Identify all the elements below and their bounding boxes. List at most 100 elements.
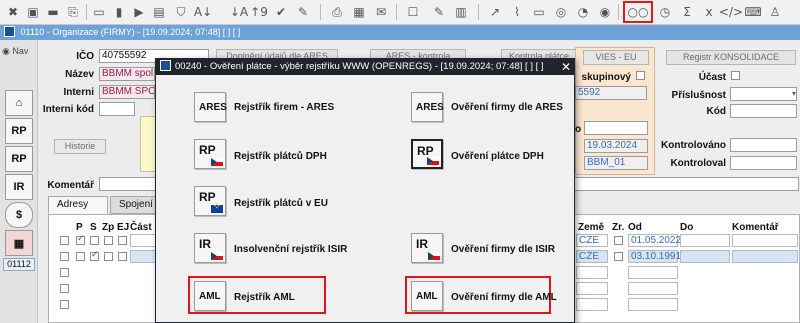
pie-icon[interactable]: ◔ — [574, 3, 592, 21]
mail-icon[interactable]: ✉ — [372, 3, 390, 21]
keyboard-icon[interactable]: ⌨ — [744, 3, 762, 21]
clock-icon[interactable]: ◷ — [656, 3, 674, 21]
note-icon[interactable]: ✎ — [430, 3, 448, 21]
save-icon[interactable]: ▣ — [24, 3, 42, 21]
row-selector[interactable] — [60, 300, 69, 309]
ej-checkbox[interactable] — [118, 236, 127, 245]
nav-toggle[interactable]: ◉ Nav — [2, 46, 28, 57]
dialog-title-bar: 00240 - Ověření plátce - výběr rejstříku… — [156, 59, 574, 75]
od-cell[interactable]: 01.05.2022 — [628, 234, 681, 247]
od-cell[interactable] — [628, 298, 678, 311]
ir-icon[interactable]: IR — [5, 174, 33, 200]
ares-register-button[interactable]: ARES — [194, 92, 227, 122]
interni-field[interactable]: BBMM SPOL. — [99, 85, 155, 99]
rp-dph-register-button[interactable]: RP — [194, 139, 226, 169]
ares-verify-button[interactable]: ARES — [411, 92, 444, 122]
rp-icon[interactable]: RP — [5, 118, 33, 144]
close-icon[interactable]: ✕ — [561, 59, 571, 75]
money-bag-icon[interactable]: $ — [5, 202, 33, 228]
zr-checkbox[interactable] — [614, 236, 623, 245]
dic-field[interactable]: 5592 — [575, 86, 647, 100]
eye-icon[interactable]: ◉ — [596, 3, 614, 21]
komentar-cell[interactable] — [732, 234, 798, 247]
code-icon[interactable]: </> — [719, 3, 743, 21]
historie-button[interactable]: Historie — [54, 139, 106, 154]
rp-eu-icon[interactable]: RP — [5, 146, 33, 172]
date-field[interactable]: 19.03.2024 — [584, 139, 648, 153]
tab-adresy[interactable]: Adresy — [48, 196, 108, 214]
zeme-cell[interactable]: CZE — [576, 234, 608, 247]
user-field[interactable]: BBM_01 — [584, 156, 648, 170]
kontroloval-field[interactable] — [730, 156, 797, 170]
od-cell[interactable] — [628, 282, 678, 295]
filter-icon[interactable]: ⛉ — [172, 3, 190, 21]
kontrolovano-field[interactable] — [730, 138, 797, 152]
cast-cell[interactable] — [130, 250, 156, 263]
interni-kod-field[interactable] — [99, 102, 135, 116]
cast-cell[interactable] — [130, 234, 156, 247]
link-icon[interactable]: ↗ — [486, 3, 504, 21]
copy-icon[interactable]: ⎘ — [64, 3, 82, 21]
sort-alpha-asc-icon[interactable]: ↓A — [230, 3, 248, 21]
zp-checkbox[interactable] — [104, 252, 113, 261]
sum-icon[interactable]: Σ — [678, 3, 696, 21]
check-icon[interactable]: ✔ — [272, 3, 290, 21]
s-checkbox[interactable] — [90, 236, 99, 245]
nazev-field[interactable]: BBMM spol. s — [99, 67, 155, 81]
p-checkbox[interactable] — [76, 252, 85, 261]
attach-icon[interactable]: ⌇ — [508, 3, 526, 21]
rp-eu-register-button[interactable]: RP — [194, 186, 226, 216]
row-selector[interactable] — [60, 284, 69, 293]
registr-konsolidace-button[interactable]: Registr KONSOLIDACE — [666, 50, 796, 65]
play-icon[interactable]: ▶ — [130, 3, 148, 21]
vies-label[interactable]: VIES - EU — [583, 50, 649, 65]
do-cell[interactable] — [680, 250, 730, 263]
first-icon[interactable]: ▮ — [110, 3, 128, 21]
zr-checkbox[interactable] — [614, 252, 623, 261]
zeme-cell[interactable] — [576, 282, 608, 295]
excel-icon[interactable]: x — [700, 3, 718, 21]
form-icon[interactable]: ☐ — [404, 3, 422, 21]
s-checkbox[interactable] — [90, 250, 99, 261]
preview-icon[interactable]: ▦ — [350, 3, 368, 21]
sort-numeric-icon[interactable]: ↑9 — [250, 3, 268, 21]
kod-field[interactable] — [730, 104, 797, 118]
print-icon[interactable]: ⎙ — [328, 3, 346, 21]
isir-register-button[interactable]: IR — [194, 233, 226, 263]
zeme-cell[interactable]: CZE — [576, 250, 608, 263]
ej-checkbox[interactable] — [118, 252, 127, 261]
aml-register-button[interactable]: AML — [194, 281, 226, 311]
row-selector[interactable] — [60, 268, 69, 277]
person-icon[interactable]: ♙ — [766, 3, 784, 21]
stats-icon[interactable]: ▥ — [452, 3, 470, 21]
list-icon[interactable]: ▤ — [150, 3, 168, 21]
record-icon[interactable]: ▭ — [90, 3, 108, 21]
prislusnost-select[interactable]: ▾ — [730, 87, 797, 101]
close-icon[interactable]: ✖ — [4, 3, 22, 21]
isir-verify-button[interactable]: IR — [411, 233, 443, 263]
ucast-checkbox[interactable] — [731, 71, 740, 80]
komentar-cell[interactable] — [732, 250, 798, 263]
globe-icon[interactable]: ◎ — [552, 3, 570, 21]
dph-verify-button[interactable]: RP — [411, 139, 443, 169]
layout-icon[interactable]: ▭ — [530, 3, 548, 21]
do-cell[interactable] — [680, 234, 730, 247]
window-title: 01110 - Organizace (FIRMY) - [19.09.2024… — [20, 27, 241, 37]
od-cell[interactable]: 03.10.1991 — [628, 250, 681, 263]
skupinovy-checkbox[interactable] — [636, 71, 645, 80]
zeme-cell[interactable] — [576, 266, 608, 279]
zeme-cell[interactable] — [576, 298, 608, 311]
sort-alpha-icon[interactable]: A↓ — [194, 3, 212, 21]
aml-verify-button[interactable]: AML — [411, 281, 443, 311]
org-chart-icon[interactable]: ⌂ — [5, 90, 33, 116]
document-icon[interactable]: ▦ — [5, 230, 33, 256]
p-checkbox[interactable] — [76, 234, 85, 245]
row-selector[interactable] — [60, 252, 69, 261]
vies-empty-field[interactable] — [584, 121, 648, 135]
edit-icon[interactable]: ✎ — [294, 3, 312, 21]
glasses-icon[interactable]: ○○ — [623, 1, 653, 23]
od-cell[interactable] — [628, 266, 678, 279]
delete-icon[interactable]: ▬ — [44, 3, 62, 21]
zp-checkbox[interactable] — [104, 236, 113, 245]
row-selector[interactable] — [60, 236, 69, 245]
